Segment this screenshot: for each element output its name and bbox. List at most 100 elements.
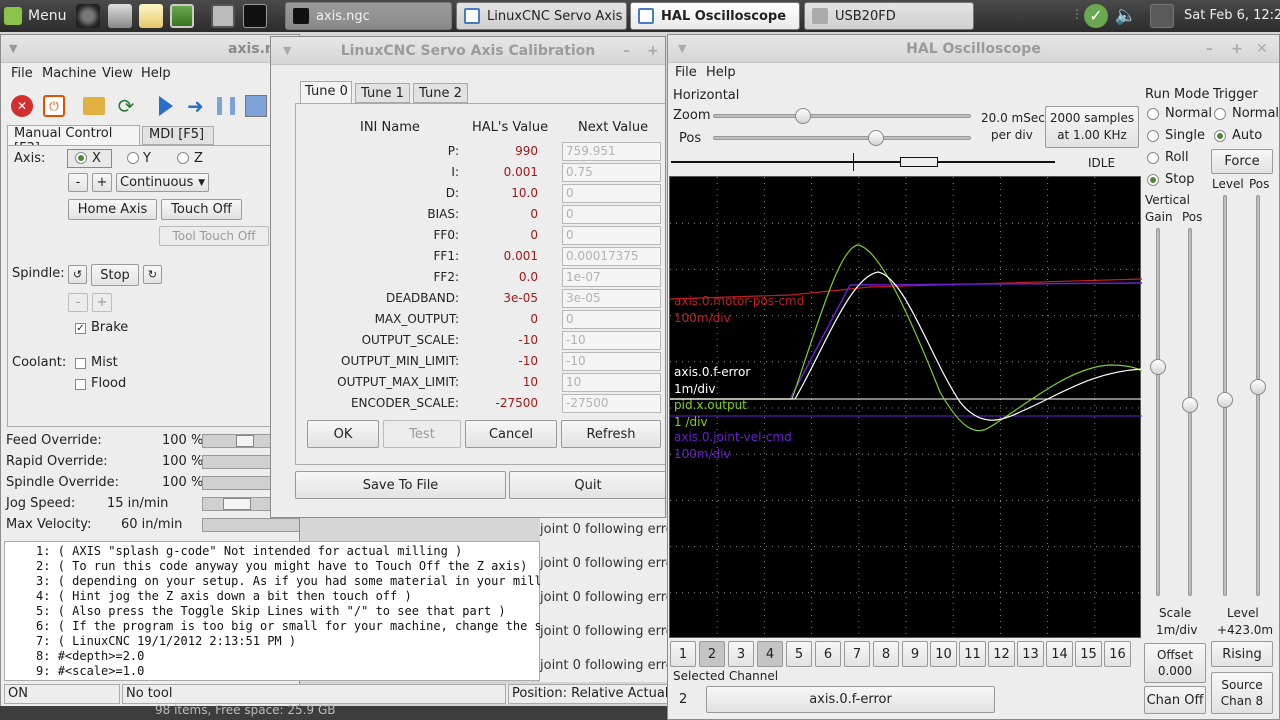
refresh-button[interactable]: Refresh — [561, 420, 661, 448]
param-next-value-field[interactable]: 0 — [562, 184, 661, 203]
max-velocity-slider[interactable] — [202, 518, 299, 532]
tab-manual-control[interactable]: Manual Control [F3] — [7, 125, 140, 156]
channel-button-3[interactable]: 3 — [728, 641, 754, 667]
terminal-launcher-icon[interactable] — [243, 4, 267, 28]
channel-button-13[interactable]: 13 — [1017, 641, 1044, 667]
reload-icon[interactable]: ⟳ — [115, 95, 137, 117]
channel-button-1[interactable]: 1 — [670, 641, 696, 667]
param-next-value-field[interactable]: 10 — [562, 373, 661, 392]
home-axis-button[interactable]: Home Axis — [68, 199, 157, 220]
desktop-launcher-icon[interactable] — [211, 4, 235, 28]
text-editor-launcher-icon[interactable] — [139, 4, 163, 28]
feed-override-slider[interactable] — [202, 434, 272, 448]
tab-tune-2[interactable]: Tune 2 — [413, 83, 468, 103]
power-icon[interactable]: ⏻ — [43, 95, 65, 117]
brake-checkbox[interactable]: ✓ — [75, 323, 86, 334]
trigger-normal-radio[interactable] — [1214, 108, 1226, 120]
menu-help[interactable]: Help — [141, 66, 171, 81]
menu-button[interactable]: Menu — [4, 4, 68, 28]
penguin-launcher-icon[interactable] — [108, 4, 132, 28]
zoom-slider[interactable] — [713, 114, 971, 118]
channel-button-8[interactable]: 8 — [873, 641, 899, 667]
samples-button[interactable]: 2000 samples at 1.00 KHz — [1045, 106, 1139, 148]
channel-button-16[interactable]: 16 — [1104, 641, 1131, 667]
test-button[interactable]: Test — [383, 420, 461, 448]
open-folder-icon[interactable] — [83, 97, 105, 115]
axis-x-radio[interactable] — [75, 152, 87, 164]
volume-icon[interactable]: 🔈 — [1114, 4, 1138, 28]
pause-icon[interactable] — [217, 97, 235, 115]
step-icon[interactable]: ➜ — [187, 95, 209, 117]
taskbar-window-halscope[interactable]: HAL Oscilloscope — [630, 2, 800, 30]
touch-off-button[interactable]: Touch Off — [161, 199, 242, 220]
spindle-increase-button[interactable]: + — [92, 293, 112, 312]
scope-display[interactable]: axis.0.motor-pos-cmd 100m/div axis.0.f-e… — [669, 176, 1142, 639]
jog-increment-select[interactable]: Continuous ▼ — [116, 173, 209, 192]
pos-slider[interactable] — [713, 136, 971, 140]
cancel-button[interactable]: Cancel — [465, 420, 557, 448]
tool-touch-off-button[interactable]: Tool Touch Off — [159, 226, 269, 246]
trigger-pos-slider-knob[interactable] — [1250, 379, 1266, 395]
flood-checkbox[interactable] — [75, 379, 86, 390]
window-menu-icon[interactable]: ▼ — [9, 35, 17, 63]
channel-button-15[interactable]: 15 — [1075, 641, 1102, 667]
scope-menu-help[interactable]: Help — [706, 65, 736, 80]
run-mode-normal-radio[interactable] — [1147, 108, 1159, 120]
window-menu-icon[interactable]: ▼ — [283, 37, 291, 65]
window-menu-icon[interactable]: ▼ — [678, 35, 686, 63]
source-button[interactable]: Source Chan 8 — [1211, 672, 1273, 714]
run-mode-single-radio[interactable] — [1147, 130, 1159, 142]
taskbar-window-usb[interactable]: USB20FD — [804, 2, 974, 30]
param-next-value-field[interactable]: -27500 — [562, 394, 661, 413]
rapid-override-slider[interactable] — [202, 455, 272, 469]
run-icon[interactable] — [159, 96, 173, 116]
channel-button-4[interactable]: 4 — [757, 641, 783, 667]
jog-speed-slider[interactable] — [202, 497, 272, 511]
channel-button-2[interactable]: 2 — [699, 641, 725, 667]
tab-tune-0[interactable]: Tune 0 — [300, 81, 352, 103]
close-icon[interactable]: ✕ — [1256, 35, 1268, 63]
spindle-stop-button[interactable]: Stop — [91, 264, 139, 286]
channel-button-9[interactable]: 9 — [902, 641, 928, 667]
param-next-value-field[interactable]: -10 — [562, 352, 661, 371]
param-next-value-field[interactable]: 1e-07 — [562, 268, 661, 287]
trigger-pos-slider[interactable] — [1256, 195, 1260, 596]
jog-minus-button[interactable]: - — [68, 173, 88, 192]
maximize-icon[interactable]: + — [647, 37, 659, 65]
stop-icon[interactable] — [245, 95, 267, 117]
tab-tune-1[interactable]: Tune 1 — [355, 83, 410, 103]
spindle-ccw-icon[interactable]: ↺ — [68, 265, 87, 284]
channel-button-11[interactable]: 11 — [959, 641, 986, 667]
update-check-icon[interactable]: ✓ — [1084, 4, 1108, 28]
scope-menu-file[interactable]: File — [675, 65, 697, 80]
force-button[interactable]: Force — [1211, 149, 1273, 174]
chan-off-button[interactable]: Chan Off — [1144, 686, 1206, 714]
param-next-value-field[interactable]: 0.00017375 — [562, 247, 661, 266]
rising-button[interactable]: Rising — [1211, 641, 1273, 667]
taskbar-window-axis[interactable]: axis.ngc — [285, 2, 452, 30]
menu-view[interactable]: View — [102, 66, 133, 81]
axis-y-radio[interactable] — [127, 152, 139, 164]
minimize-icon[interactable]: – — [623, 37, 630, 65]
param-next-value-field[interactable]: 3e-05 — [562, 289, 661, 308]
gain-slider-knob[interactable] — [1150, 359, 1166, 375]
mist-checkbox[interactable] — [75, 358, 86, 369]
channel-button-6[interactable]: 6 — [815, 641, 841, 667]
network-icon[interactable] — [1150, 4, 1174, 28]
menu-machine[interactable]: Machine — [42, 66, 96, 81]
halscope-titlebar[interactable]: HAL Oscilloscope ▼ – + ✕ — [668, 35, 1279, 63]
minimize-icon[interactable]: – — [1206, 35, 1213, 63]
param-next-value-field[interactable]: -10 — [562, 331, 661, 350]
selected-channel-name-button[interactable]: axis.0.f-error — [706, 686, 995, 713]
menu-file[interactable]: File — [11, 66, 33, 81]
spindle-cw-icon[interactable]: ↻ — [143, 265, 162, 284]
axis-z-radio[interactable] — [177, 152, 189, 164]
offset-button[interactable]: Offset 0.000 — [1144, 643, 1206, 683]
param-next-value-field[interactable]: 0 — [562, 205, 661, 224]
ok-button[interactable]: OK — [307, 420, 379, 448]
vertical-pos-slider-knob[interactable] — [1182, 397, 1198, 413]
monitor-launcher-icon[interactable] — [170, 4, 194, 28]
quit-button[interactable]: Quit — [509, 471, 665, 499]
param-next-value-field[interactable]: 0 — [562, 310, 661, 329]
param-next-value-field[interactable]: 0.75 — [562, 163, 661, 182]
